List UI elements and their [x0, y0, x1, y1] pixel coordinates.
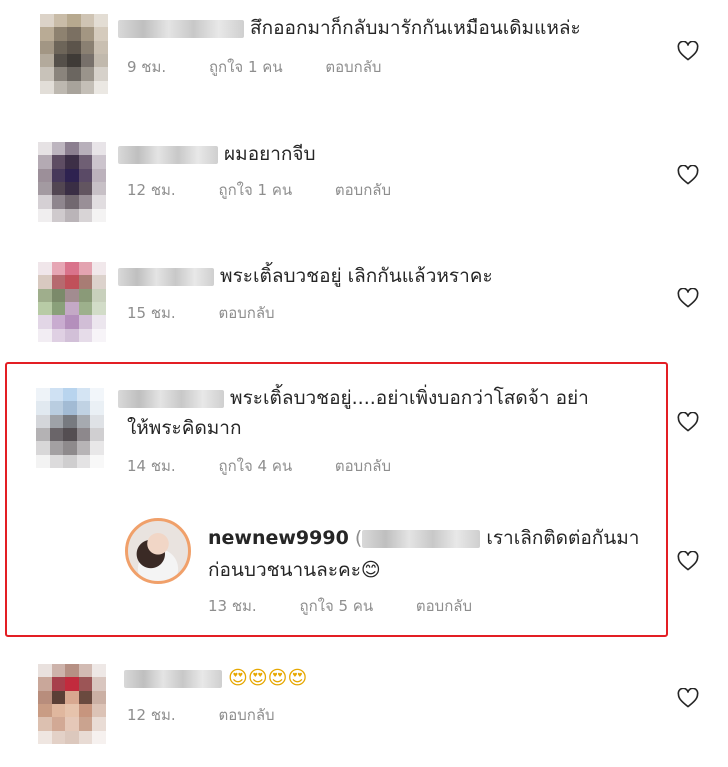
comment-text: สึกออกมาก็กลับมารักกันเหมือนเดิมแหล่ะ [250, 17, 581, 39]
like-count[interactable]: ถูกใจ 1 คน [218, 181, 292, 199]
comment-text: ผมอยากจีบ [224, 143, 316, 165]
comment-text-line-1: พระเติ้ลบวชอยู่....อย่าเพิ่งบอกว่าโสดจ้า… [230, 387, 589, 409]
heart-outline-icon[interactable] [677, 688, 699, 708]
comment-time: 9 ชม. [127, 58, 167, 76]
reply-button[interactable]: ตอบกลับ [325, 58, 381, 76]
comment-time: 12 ชม. [127, 706, 176, 724]
reply-button[interactable]: ตอบกลับ [416, 597, 472, 615]
avatar[interactable] [40, 14, 108, 94]
blurred-username[interactable] [362, 529, 481, 548]
reply-button[interactable]: ตอบกลับ [218, 304, 274, 322]
avatar[interactable] [38, 664, 106, 744]
heart-outline-icon[interactable] [677, 165, 699, 185]
comment-text: พระเติ้ลบวชอยู่ เลิกกันแล้วหราคะ [220, 265, 493, 287]
blurred-username[interactable] [118, 389, 224, 408]
reply-text-line-2: ก่อนบวชนานละคะ😊 [208, 559, 381, 581]
comment-text-line-2: ให้พระคิดมาก [127, 417, 242, 439]
blurred-username[interactable] [124, 669, 222, 688]
like-count[interactable]: ถูกใจ 4 คน [218, 457, 292, 475]
avatar[interactable] [38, 262, 106, 342]
reply-paren: ( [354, 527, 363, 549]
reply-text-line-1: เราเลิกติดต่อกันมา [486, 527, 640, 549]
blurred-username[interactable] [118, 267, 214, 286]
like-count[interactable]: ถูกใจ 1 คน [209, 58, 283, 76]
comment-time: 13 ชม. [208, 597, 257, 615]
blurred-username[interactable] [118, 145, 218, 164]
comment-time: 12 ชม. [127, 181, 176, 199]
heart-outline-icon[interactable] [677, 551, 699, 571]
reply-button[interactable]: ตอบกลับ [218, 706, 274, 724]
blurred-username[interactable] [118, 19, 244, 38]
comment-text: 😍😍😍😍 [228, 667, 308, 689]
reply-username[interactable]: newnew9990 [208, 527, 349, 549]
heart-outline-icon[interactable] [677, 41, 699, 61]
reply-button[interactable]: ตอบกลับ [335, 457, 391, 475]
comment-time: 15 ชม. [127, 304, 176, 322]
heart-outline-icon[interactable] [677, 288, 699, 308]
like-count[interactable]: ถูกใจ 5 คน [299, 597, 373, 615]
reply-button[interactable]: ตอบกลับ [335, 181, 391, 199]
avatar[interactable] [125, 518, 191, 584]
avatar[interactable] [38, 142, 106, 222]
heart-outline-icon[interactable] [677, 412, 699, 432]
avatar[interactable] [36, 388, 104, 468]
comment-time: 14 ชม. [127, 457, 176, 475]
